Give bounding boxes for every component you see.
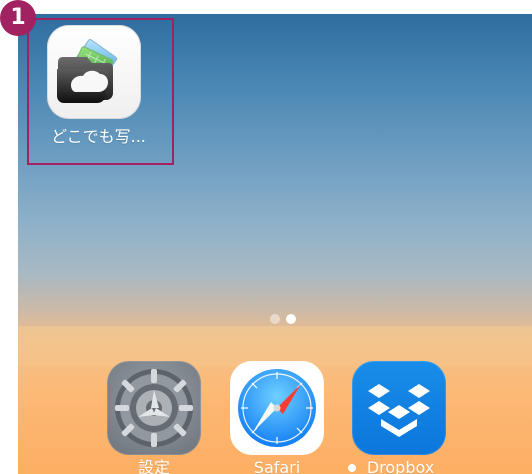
screenshot-stage: どこでも写... 設定 Safari Dropbox 1 bbox=[0, 0, 532, 474]
dock: 設定 Safari Dropbox bbox=[18, 326, 532, 474]
safari-app-label[interactable]: Safari bbox=[248, 458, 306, 474]
dropbox-icon bbox=[368, 384, 430, 437]
dropbox-label-text: Dropbox bbox=[366, 458, 435, 474]
dropbox-status-dot bbox=[347, 463, 356, 472]
page-dot-inactive[interactable] bbox=[270, 314, 280, 324]
step-badge: 1 bbox=[0, 0, 36, 36]
highlight-box bbox=[27, 18, 174, 165]
settings-app-icon[interactable] bbox=[107, 361, 201, 455]
safari-app-icon[interactable] bbox=[230, 361, 324, 455]
page-dot-active[interactable] bbox=[286, 314, 296, 324]
dropbox-app-icon[interactable] bbox=[352, 361, 446, 455]
dropbox-app-label[interactable]: Dropbox bbox=[340, 458, 442, 474]
safari-icon bbox=[238, 369, 316, 447]
settings-app-label[interactable]: 設定 bbox=[121, 458, 187, 474]
page-indicator[interactable] bbox=[262, 313, 306, 325]
settings-icon bbox=[115, 369, 193, 447]
